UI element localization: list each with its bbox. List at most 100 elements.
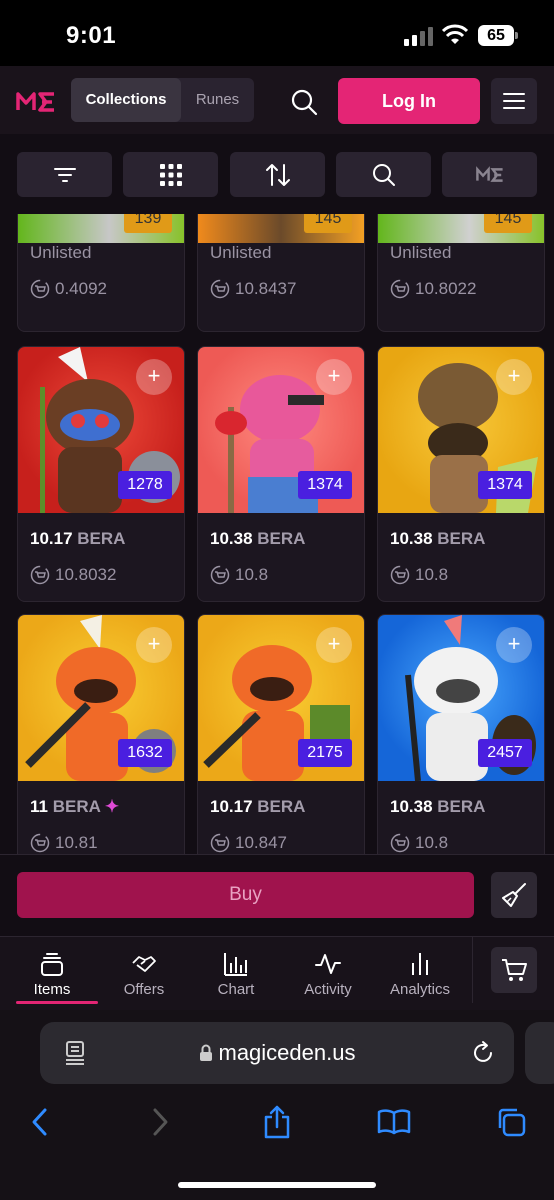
rank-badge: 1374: [298, 471, 352, 499]
floor-price: 10.8032: [30, 565, 116, 585]
cart-price-icon: [390, 833, 410, 853]
nft-image: + 2175: [198, 615, 364, 781]
list-item[interactable]: + 1278 10.17 BERA 10.8032: [17, 346, 185, 602]
analytics-bars-icon: [412, 953, 428, 975]
list-item[interactable]: 145 Unlisted 10.8437: [197, 196, 365, 332]
list-item[interactable]: 139 Unlisted 0.4092: [17, 196, 185, 332]
add-to-cart-button[interactable]: +: [316, 359, 352, 395]
add-to-cart-button[interactable]: +: [136, 359, 172, 395]
add-to-cart-button[interactable]: +: [316, 627, 352, 663]
floor-price: 10.8: [210, 565, 268, 585]
rank-badge: 2175: [298, 739, 352, 767]
magic-eden-logo-icon: [475, 165, 503, 182]
sweep-button[interactable]: [491, 872, 537, 918]
cart-icon: [502, 959, 527, 981]
list-price: 10.38 BERA: [390, 529, 486, 548]
list-item[interactable]: + 2457 10.38 BERA 10.8: [377, 614, 545, 854]
search-icon[interactable]: [290, 88, 318, 116]
list-item[interactable]: + 1374 10.38 BERA 10.8: [377, 346, 545, 602]
bottom-tab-bar: Items Offers Chart Activity Analytics: [0, 936, 554, 1010]
broom-icon: [502, 883, 526, 907]
tabs-button[interactable]: [491, 1102, 531, 1142]
listing-status: Unlisted: [30, 243, 92, 262]
share-icon: [264, 1105, 290, 1139]
tabs-icon: [498, 1108, 526, 1137]
floor-price: 10.8: [390, 833, 448, 853]
login-button[interactable]: Log In: [338, 78, 480, 124]
add-to-cart-button[interactable]: +: [496, 359, 532, 395]
list-item[interactable]: + 1374 10.38 BERA 10.8: [197, 346, 365, 602]
cart-price-icon: [30, 279, 50, 299]
cart-price-icon: [30, 565, 50, 585]
battery-indicator: 65: [478, 25, 518, 46]
filter-button[interactable]: [17, 152, 112, 197]
status-bar: 9:01 65: [0, 0, 554, 66]
share-button[interactable]: [257, 1102, 297, 1142]
floor-price: 10.8022: [390, 279, 476, 299]
grid-view-button[interactable]: [123, 152, 218, 197]
nft-image: + 2457: [378, 615, 544, 781]
rank-badge: 2457: [478, 739, 532, 767]
tab-activity[interactable]: Activity: [282, 937, 374, 1011]
cart-price-icon: [210, 833, 230, 853]
floor-price: 0.4092: [30, 279, 107, 299]
cart-price-icon: [210, 565, 230, 585]
add-to-cart-button[interactable]: +: [136, 627, 172, 663]
filter-icon: [53, 167, 76, 182]
search-icon: [372, 163, 395, 186]
items-view: 139 Unlisted 0.4092 145 Unlisted 10.8437…: [0, 134, 554, 854]
cellular-signal-icon: [404, 27, 433, 46]
cart-button[interactable]: [491, 947, 537, 993]
cart-price-icon: [210, 279, 230, 299]
nft-image: + 1278: [18, 347, 184, 513]
rank-badge: 1374: [478, 471, 532, 499]
list-price: 10.38 BERA: [390, 797, 486, 816]
floor-price: 10.847: [210, 833, 287, 853]
tab-chart[interactable]: Chart: [190, 937, 282, 1011]
bookmarks-button[interactable]: [374, 1102, 414, 1142]
hamburger-menu-button[interactable]: [491, 78, 537, 124]
sort-icon: [265, 163, 290, 186]
reload-icon[interactable]: [470, 1040, 496, 1066]
nft-image: + 1632: [18, 615, 184, 781]
browser-nav: [0, 1102, 554, 1142]
address-bar[interactable]: magiceden.us: [40, 1022, 514, 1084]
chevron-left-icon: [32, 1108, 47, 1136]
me-filter-button[interactable]: [442, 152, 537, 197]
status-time: 9:01: [66, 22, 117, 49]
bar-chart-icon: [224, 953, 247, 976]
tab-items[interactable]: Items: [6, 937, 98, 1011]
tab-collections[interactable]: Collections: [71, 78, 181, 122]
chevron-right-icon: [153, 1108, 168, 1136]
next-tab-preview[interactable]: [525, 1022, 554, 1084]
list-item[interactable]: + 2175 10.17 BERA 10.847: [197, 614, 365, 854]
wifi-icon: [442, 24, 468, 44]
tab-offers[interactable]: Offers: [98, 937, 190, 1011]
handshake-icon: [132, 956, 156, 972]
buy-bar: Buy: [0, 854, 554, 936]
back-button[interactable]: [20, 1102, 60, 1142]
listing-status: Unlisted: [390, 243, 452, 262]
search-items-button[interactable]: [336, 152, 431, 197]
add-to-cart-button[interactable]: +: [496, 627, 532, 663]
magic-eden-logo-icon[interactable]: [16, 90, 56, 114]
list-item[interactable]: 145 Unlisted 10.8022: [377, 196, 545, 332]
filter-toolbar: [0, 134, 554, 214]
cart-price-icon: [390, 565, 410, 585]
nft-image: + 1374: [378, 347, 544, 513]
rank-badge: 1278: [118, 471, 172, 499]
listing-status: Unlisted: [210, 243, 272, 262]
nft-image: + 1374: [198, 347, 364, 513]
list-item[interactable]: + 1632 11 BERA ✦ 10.81: [17, 614, 185, 854]
tab-runes[interactable]: Runes: [181, 78, 254, 122]
buy-button[interactable]: Buy: [17, 872, 474, 918]
tab-analytics[interactable]: Analytics: [374, 937, 466, 1011]
sort-button[interactable]: [230, 152, 325, 197]
rank-badge: 1632: [118, 739, 172, 767]
cart-price-icon: [30, 833, 50, 853]
forward-button[interactable]: [140, 1102, 180, 1142]
lock-icon: [199, 1044, 212, 1061]
activity-pulse-icon: [315, 954, 341, 974]
book-icon: [377, 1109, 411, 1135]
floor-price: 10.8: [390, 565, 448, 585]
